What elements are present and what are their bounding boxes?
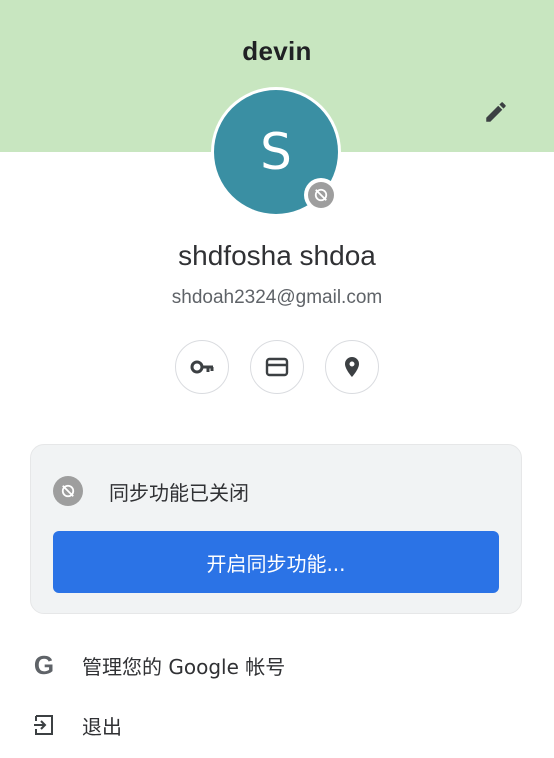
sign-out-item[interactable]: 退出 <box>0 700 554 750</box>
sign-out-icon <box>30 711 58 739</box>
exit-arrow-icon <box>34 715 53 735</box>
sync-status-text: 同步功能已关闭 <box>109 480 249 505</box>
sync-off-icon <box>314 188 328 202</box>
edit-profile-button[interactable] <box>474 90 518 134</box>
sign-out-label: 退出 <box>82 714 122 739</box>
key-icon <box>190 360 214 374</box>
pencil-icon <box>486 102 506 122</box>
sync-section: 同步功能已关闭 开启同步功能... <box>30 444 522 614</box>
manage-google-account-label: 管理您的 Google 帐号 <box>82 654 286 679</box>
quick-actions <box>175 340 379 396</box>
profile-full-name: shdfosha shdoa <box>178 240 376 271</box>
location-pin-icon <box>345 357 359 377</box>
google-g-icon: G <box>33 649 55 680</box>
profile-email: shdoah2324@gmail.com <box>171 287 383 308</box>
payment-methods-button[interactable] <box>250 340 304 394</box>
turn-on-sync-button[interactable]: 开启同步功能... <box>53 531 499 593</box>
sync-status: 同步功能已关闭 <box>53 475 249 507</box>
manage-google-account-item[interactable]: G 管理您的 Google 帐号 <box>0 640 554 690</box>
sync-off-glyph-icon <box>61 484 75 498</box>
sync-off-status-icon <box>53 476 83 506</box>
credit-card-icon <box>265 357 289 377</box>
sync-off-badge <box>304 178 338 212</box>
avatar-initial: S <box>260 123 292 181</box>
profile-menu: devin S shdfosha shdoa shdoah2324@gmail.… <box>0 0 554 758</box>
passwords-button[interactable] <box>175 340 229 394</box>
addresses-button[interactable] <box>325 340 379 394</box>
profile-label: devin <box>242 36 312 66</box>
